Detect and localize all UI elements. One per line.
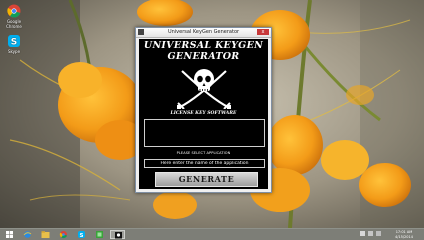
chrome-icon <box>7 4 21 18</box>
application-name-input[interactable] <box>144 159 265 168</box>
license-key-output <box>144 119 265 147</box>
generate-button[interactable]: GENERATE <box>155 172 258 187</box>
skull-crossed-swords-icon <box>177 69 231 109</box>
skype-icon: S <box>78 231 85 239</box>
keygen-window: Universal KeyGen Generator x UNIVERSAL K… <box>135 27 272 193</box>
clock-date: 4/15/2014 <box>395 234 413 239</box>
taskbar-app[interactable] <box>92 230 107 239</box>
windows-logo-icon <box>6 231 13 238</box>
window-titlebar[interactable]: Universal KeyGen Generator x <box>136 28 271 38</box>
close-button[interactable]: x <box>257 29 269 35</box>
taskbar-ie[interactable] <box>20 230 35 239</box>
chrome-icon <box>59 231 67 239</box>
svg-text:S: S <box>11 38 17 48</box>
window-content: UNIVERSAL KEYGEN GENERATOR LICENSE KEY S… <box>139 39 268 189</box>
desktop-icon-skype[interactable]: S Skype <box>2 34 26 54</box>
start-button[interactable] <box>2 230 17 239</box>
desktop-icon-chrome[interactable]: Google Chrome <box>2 4 26 29</box>
headline-line1: UNIVERSAL KEYGEN <box>143 40 264 51</box>
skype-icon: S <box>8 35 20 48</box>
app-headline: UNIVERSAL KEYGEN GENERATOR <box>139 40 268 62</box>
taskbar-explorer[interactable] <box>38 230 53 239</box>
taskbar-skype[interactable]: S <box>74 230 89 239</box>
folder-icon <box>41 231 50 238</box>
desktop-icon-label: Google Chrome <box>6 19 22 29</box>
window-title: Universal KeyGen Generator <box>167 29 240 35</box>
tray-volume-icon[interactable] <box>376 231 381 236</box>
select-application-hint: PLEASE SELECT APPLICATION <box>176 151 231 155</box>
taskbar: S 17:01 AM 4/15/2014 <box>0 228 424 240</box>
app-subtitle: LICENSE KEY SOFTWARE <box>170 111 237 116</box>
green-app-icon <box>96 231 103 238</box>
tray-flag-icon[interactable] <box>360 231 365 236</box>
taskbar-chrome[interactable] <box>56 230 71 239</box>
internet-explorer-icon <box>23 231 32 238</box>
taskbar-clock[interactable]: 17:01 AM 4/15/2014 <box>390 230 418 239</box>
headline-line2: GENERATOR <box>167 51 240 62</box>
taskbar-keygen[interactable] <box>110 230 125 239</box>
keygen-icon <box>115 232 122 239</box>
desktop-icon-label: Skype <box>7 49 21 54</box>
svg-text:S: S <box>80 233 84 239</box>
tray-network-icon[interactable] <box>368 231 373 236</box>
